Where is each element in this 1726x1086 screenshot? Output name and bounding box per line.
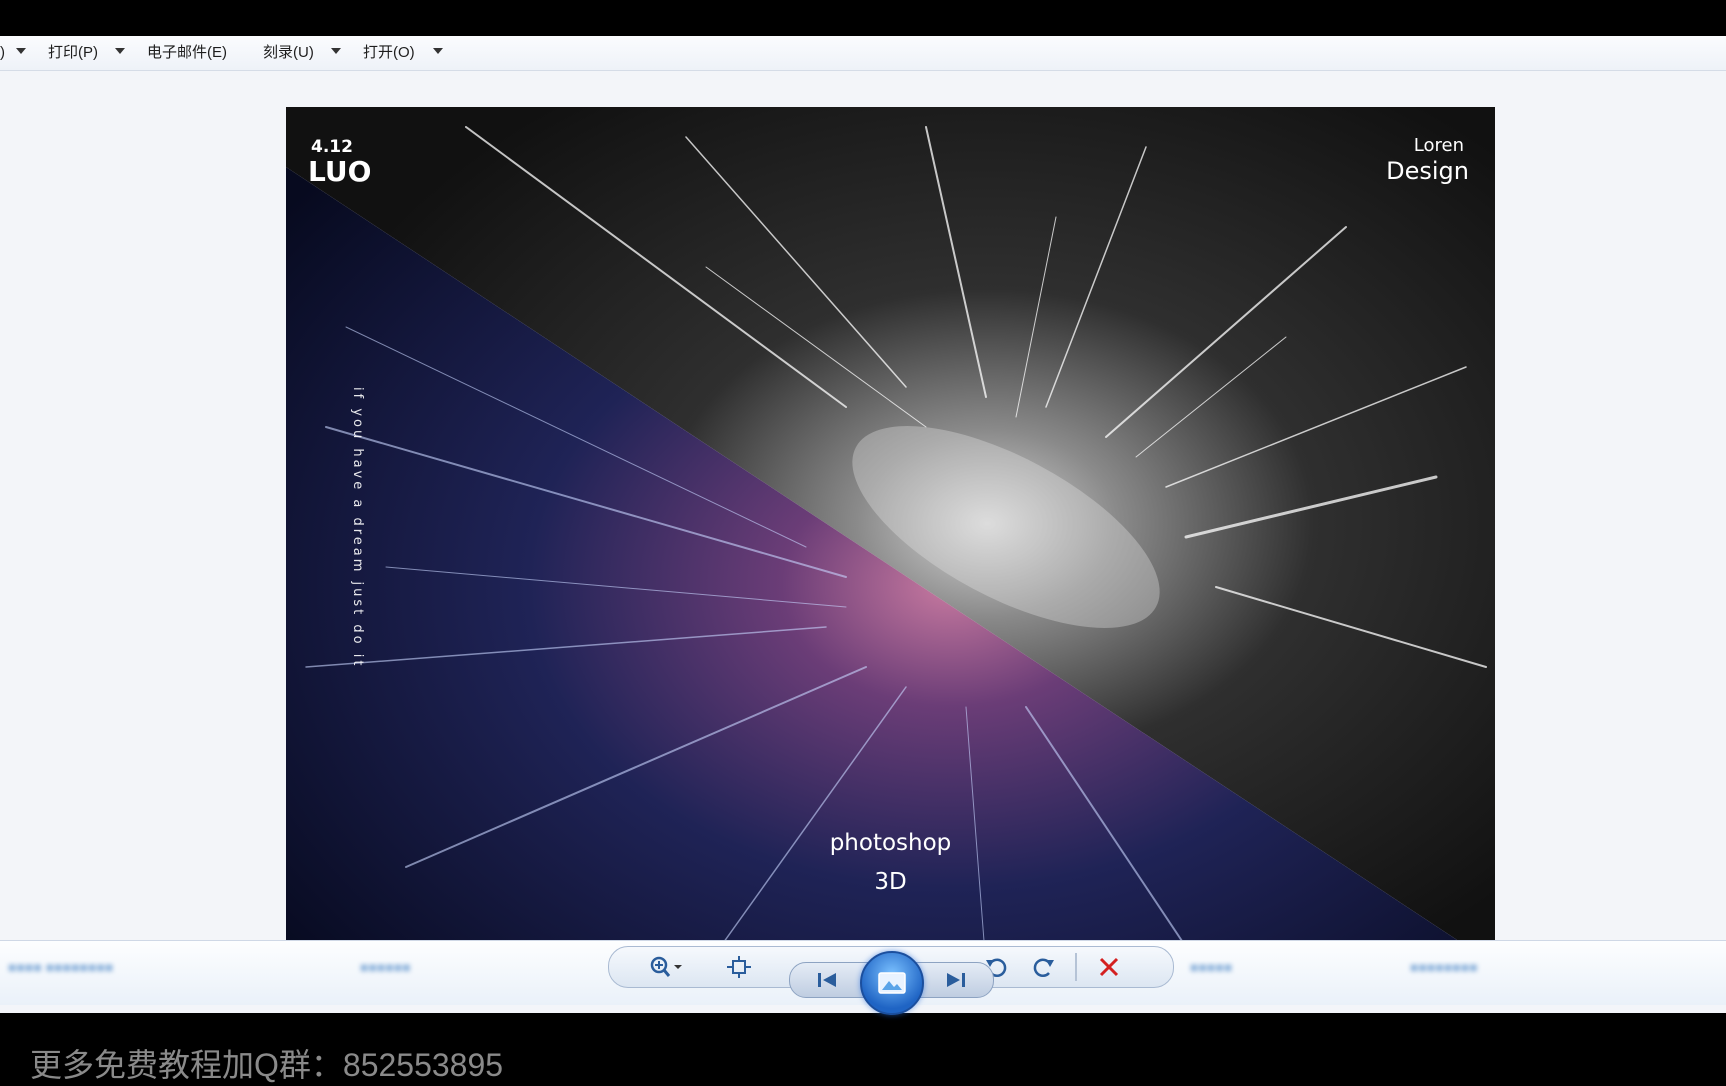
displayed-photo: 4.12 LUO Loren Design if you have a drea…	[286, 107, 1495, 975]
rotate-right-icon[interactable]	[1029, 953, 1059, 981]
blurred-status-text: ■■■■■■	[360, 959, 411, 975]
promo-caption: 更多免费教程加Q群：852553895	[30, 1047, 504, 1083]
chevron-down-icon[interactable]	[433, 48, 443, 54]
menu-item-open[interactable]: 打开(O)	[363, 36, 415, 70]
photo-vertical-slogan: if you have a dream just do it	[350, 387, 365, 669]
blurred-status-text: ■■■■ ■■■■■■■■	[8, 959, 114, 975]
fit-window-icon[interactable]	[721, 953, 757, 981]
menu-item-print[interactable]: 打印(P)	[48, 36, 98, 70]
menu-item-burn[interactable]: 刻录(U)	[263, 36, 314, 70]
photo-subtitle: 3D	[874, 869, 907, 895]
blurred-status-text: ■■■■■■■■	[1410, 959, 1478, 975]
image-viewport: 4.12 LUO Loren Design if you have a drea…	[0, 71, 1726, 976]
menu-item-partial[interactable]: )	[0, 36, 5, 70]
next-icon[interactable]	[939, 967, 973, 993]
chevron-down-icon[interactable]	[16, 48, 26, 54]
separator	[1075, 953, 1077, 981]
photo-brand: LUO	[308, 155, 372, 188]
slideshow-icon[interactable]	[860, 951, 924, 1015]
zoom-icon[interactable]	[643, 953, 691, 981]
photo-title: photoshop	[829, 830, 952, 856]
delete-icon[interactable]	[1089, 953, 1129, 981]
photo-author-line2: Design	[1386, 157, 1469, 185]
photo-date: 4.12	[311, 137, 353, 157]
menu-bar: ) 打印(P) 电子邮件(E) 刻录(U) 打开(O)	[0, 36, 1726, 71]
top-black-bar	[0, 0, 1726, 36]
menu-item-email[interactable]: 电子邮件(E)	[147, 36, 227, 70]
previous-icon[interactable]	[810, 967, 844, 993]
photo-author-line1: Loren	[1413, 135, 1464, 156]
chevron-down-icon[interactable]	[115, 48, 125, 54]
chevron-down-icon[interactable]	[331, 48, 341, 54]
photo-viewer-window: ) 打印(P) 电子邮件(E) 刻录(U) 打开(O) 4.12 LUO Lor…	[0, 36, 1726, 1013]
blurred-status-text: ■■■■■	[1190, 959, 1233, 975]
